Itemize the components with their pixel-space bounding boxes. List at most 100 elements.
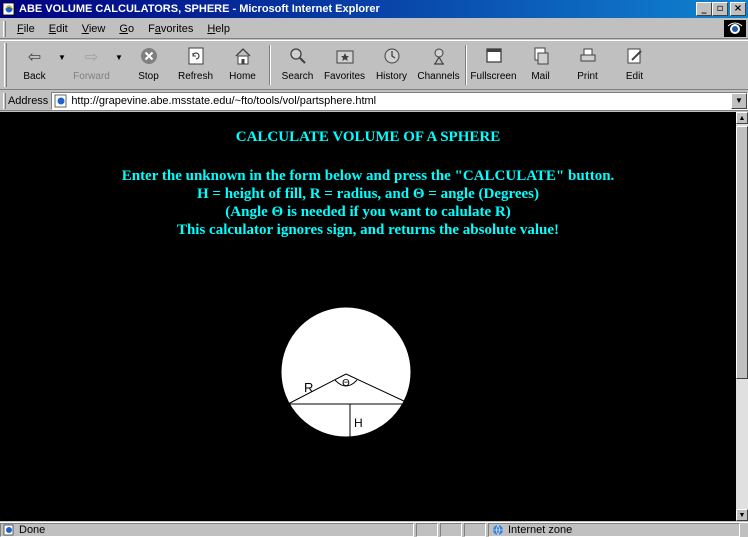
close-button[interactable]: ×	[730, 2, 746, 16]
search-icon	[287, 45, 309, 67]
refresh-label: Refresh	[177, 71, 213, 82]
home-label: Home	[229, 71, 256, 82]
address-dropdown-icon[interactable]: ▼	[731, 92, 747, 109]
instruction-line-3: (Angle Θ is needed if you want to calula…	[225, 204, 511, 220]
back-arrow-icon: ⇦	[27, 46, 42, 66]
maximize-button[interactable]: ▫	[712, 2, 728, 16]
title-bar: ABE VOLUME CALCULATORS, SPHERE - Microso…	[0, 0, 748, 18]
standard-toolbar: ⇦ Back ▼ ⇨ Forward ▼ Stop Refresh Home S…	[0, 40, 748, 90]
address-bar: Address ▼	[0, 91, 748, 111]
home-icon	[232, 45, 254, 67]
menu-help-label: elp	[215, 22, 230, 35]
fullscreen-icon	[483, 45, 505, 67]
zone-text: Internet zone	[508, 524, 573, 536]
menu-help[interactable]: Help	[200, 23, 237, 35]
channels-button[interactable]: Channels	[415, 41, 462, 89]
forward-arrow-icon: ⇨	[84, 46, 99, 66]
vertical-scrollbar[interactable]: ▲ ▼	[736, 112, 748, 521]
sphere-outline	[280, 306, 412, 438]
refresh-button[interactable]: Refresh	[172, 41, 219, 89]
status-pane-1	[416, 523, 438, 537]
menu-favorites-rest: vorites	[160, 22, 194, 35]
forward-button[interactable]: ⇨ Forward	[68, 41, 115, 89]
menu-go[interactable]: Go	[112, 23, 141, 35]
instruction-line-4: This calculator ignores sign, and return…	[176, 222, 560, 238]
minimize-button[interactable]: _	[696, 2, 712, 16]
back-dropdown-icon[interactable]: ▼	[58, 41, 68, 62]
search-label: Search	[281, 71, 314, 82]
menu-file-label: ile	[23, 22, 35, 35]
ie-page-icon	[2, 2, 15, 16]
toolbar-grip[interactable]	[4, 43, 7, 87]
menu-view-key: V	[81, 22, 89, 35]
edit-label: Edit	[625, 71, 644, 82]
fullscreen-button[interactable]: Fullscreen	[470, 41, 517, 89]
status-main-pane: Done	[0, 523, 414, 537]
toolbar-separator	[269, 45, 271, 85]
channels-satellite-icon	[428, 45, 450, 67]
print-label: Print	[577, 71, 598, 82]
search-button[interactable]: Search	[274, 41, 321, 89]
internet-globe-icon	[493, 524, 503, 536]
menu-bar: File Edit View Go Favorites Help	[0, 19, 748, 39]
home-button[interactable]: Home	[219, 41, 266, 89]
status-page-icon	[3, 524, 14, 536]
menu-grip[interactable]	[3, 20, 6, 37]
status-pane-2	[440, 523, 462, 537]
edit-pencil-icon	[624, 45, 646, 67]
instruction-line-1: Enter the unknown in the form below and …	[121, 168, 615, 184]
sphere-diagram: R Θ H	[280, 306, 412, 438]
status-pane-3	[464, 523, 486, 537]
security-zone-pane: Internet zone	[488, 523, 740, 537]
menu-view[interactable]: View	[75, 23, 113, 35]
menu-edit-key: E	[48, 22, 57, 35]
page-icon	[54, 94, 67, 107]
menu-favorites[interactable]: Favorites	[141, 23, 200, 35]
menu-go-key: G	[119, 22, 128, 35]
browser-window: ABE VOLUME CALCULATORS, SPHERE - Microso…	[0, 0, 748, 537]
status-text: Done	[19, 524, 46, 536]
address-field[interactable]: ▼	[51, 91, 748, 110]
forward-dropdown-icon[interactable]: ▼	[115, 41, 125, 62]
scroll-down-icon[interactable]: ▼	[736, 509, 748, 521]
stop-icon	[138, 45, 160, 67]
stop-label: Stop	[138, 71, 159, 82]
menu-view-label: iew	[88, 22, 106, 35]
toolbar-separator	[465, 45, 467, 85]
page-content: CALCULATE VOLUME OF A SPHERE Enter the u…	[0, 112, 736, 521]
printer-icon	[577, 45, 599, 67]
page-heading: CALCULATE VOLUME OF A SPHERE	[235, 129, 501, 145]
mail-icon	[530, 45, 552, 67]
menu-go-label: o	[127, 22, 135, 35]
channels-label: Channels	[417, 71, 460, 82]
stop-button[interactable]: Stop	[125, 41, 172, 89]
back-button[interactable]: ⇦ Back	[11, 41, 58, 89]
menu-favorites-pre: F	[148, 22, 155, 35]
refresh-icon	[185, 45, 207, 67]
mail-label: Mail	[531, 71, 550, 82]
height-label: H	[354, 416, 363, 430]
history-icon	[381, 45, 403, 67]
window-title: ABE VOLUME CALCULATORS, SPHERE - Microso…	[19, 3, 380, 15]
address-grip[interactable]	[3, 92, 6, 109]
history-button[interactable]: History	[368, 41, 415, 89]
mail-button[interactable]: Mail	[517, 41, 564, 89]
print-button[interactable]: Print	[564, 41, 611, 89]
favorites-button[interactable]: Favorites	[321, 41, 368, 89]
favorites-label: Favorites	[323, 71, 366, 82]
scroll-thumb[interactable]	[736, 126, 748, 379]
instruction-line-2: H = height of fill, R = radius, and Θ = …	[196, 186, 540, 202]
scroll-up-icon[interactable]: ▲	[736, 112, 748, 124]
instructions: Enter the unknown in the form below and …	[0, 167, 736, 239]
back-label: Back	[23, 71, 46, 82]
edit-button[interactable]: Edit	[611, 41, 658, 89]
address-label: Address	[7, 94, 49, 107]
menu-file[interactable]: File	[10, 23, 42, 35]
menu-edit[interactable]: Edit	[42, 23, 75, 35]
address-input[interactable]	[71, 94, 731, 107]
theta-label: Θ	[342, 378, 350, 389]
status-bar: Done Internet zone	[0, 522, 748, 537]
radius-label: R	[304, 380, 313, 395]
fullscreen-label: Fullscreen	[470, 71, 517, 82]
forward-label: Forward	[73, 71, 110, 82]
